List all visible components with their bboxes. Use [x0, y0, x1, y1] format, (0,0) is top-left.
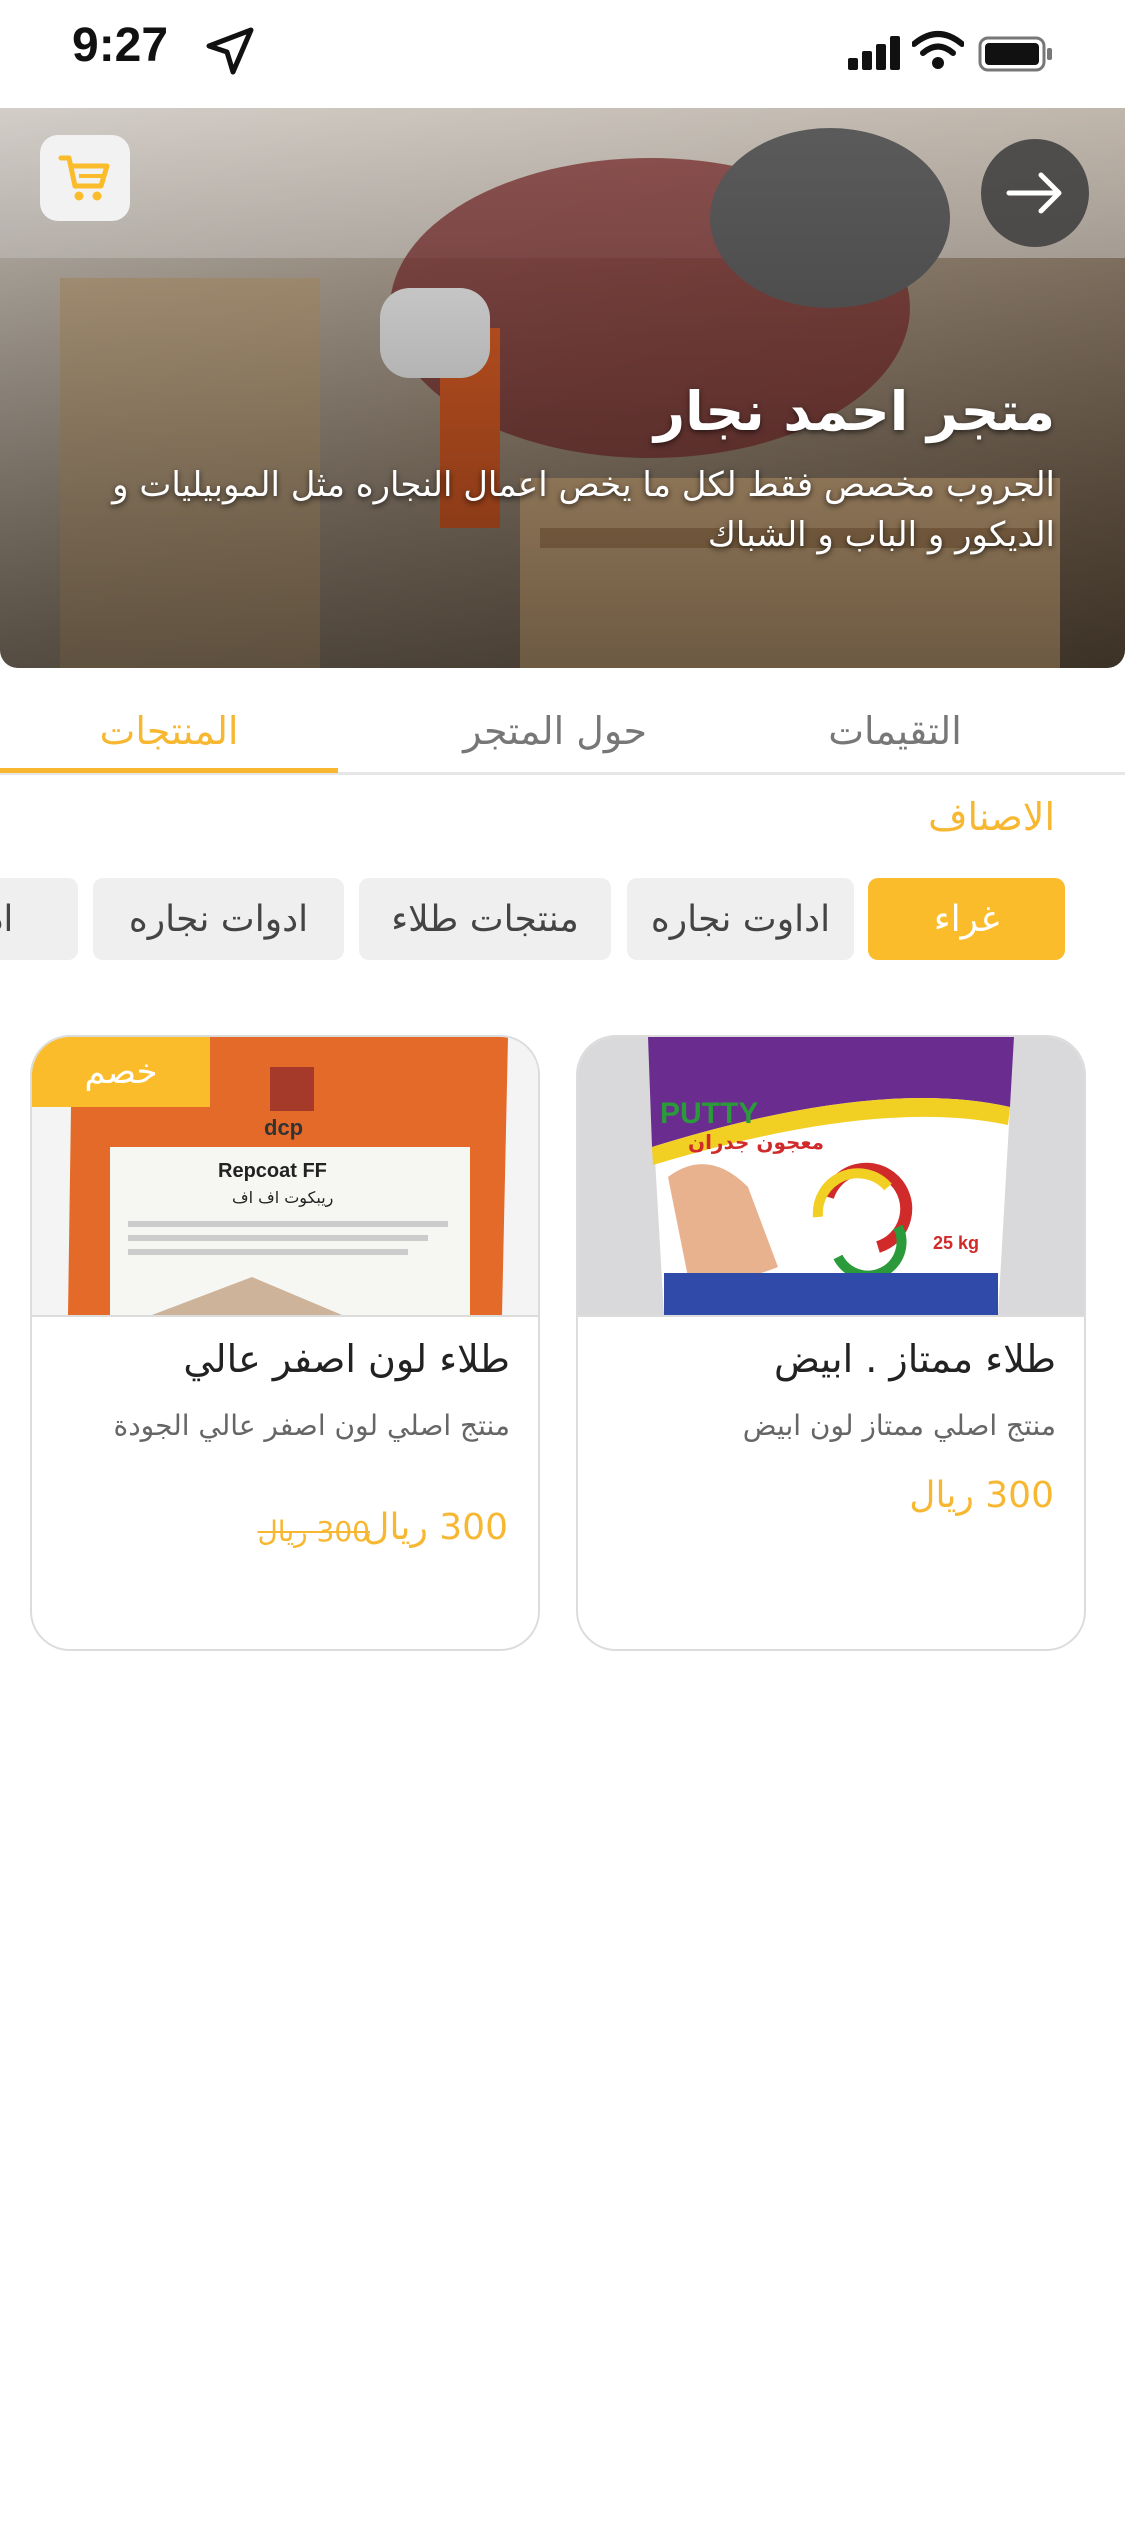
putty-bucket-image: PUTTY معجون جدران 25 kg — [578, 1037, 1084, 1315]
product-description: منتج اصلي ممتاز لون ابيض — [742, 1409, 1056, 1442]
product-title: طلاء لون اصفر عالي — [183, 1337, 510, 1381]
categories-title: الاصناف — [928, 795, 1055, 839]
category-chip-carpentry-tools-2[interactable]: ادوات نجاره — [93, 878, 344, 960]
category-chip-partial[interactable]: ادوا — [0, 878, 78, 960]
product-old-price: 300 ريال — [257, 1515, 370, 1548]
store-name: متجر احمد نجار — [654, 380, 1055, 443]
category-chips: غراء اداوت نجاره منتجات طلاء ادوات نجاره… — [0, 878, 1125, 960]
status-bar: 9:27 — [0, 0, 1125, 108]
wifi-icon — [912, 31, 964, 69]
product-price: 300 ريال — [909, 1475, 1054, 1516]
category-chip-glue[interactable]: غراء — [868, 878, 1065, 960]
active-tab-indicator — [0, 768, 338, 773]
arrow-right-icon — [1006, 172, 1062, 214]
back-button[interactable] — [981, 139, 1089, 247]
tab-ratings[interactable]: التقيمات — [760, 690, 1030, 772]
product-description: منتج اصلي لون اصفر عالي الجودة — [113, 1409, 510, 1442]
dcp-label: dcp — [264, 1115, 303, 1140]
repcoat-arabic-label: ريبكوت اف اف — [232, 1188, 333, 1208]
category-chip-carpentry-tools[interactable]: اداوت نجاره — [627, 878, 854, 960]
discount-badge: خصم — [32, 1037, 210, 1107]
tab-products[interactable]: المنتجات — [0, 690, 338, 772]
product-price: 300 ريال — [363, 1507, 508, 1548]
shopping-cart-icon — [58, 155, 110, 201]
store-hero-banner: متجر احمد نجار الجروب مخصص فقط لكل ما يخ… — [0, 108, 1125, 668]
putty-label: PUTTY — [660, 1097, 758, 1130]
putty-arabic-label: معجون جدران — [688, 1130, 824, 1154]
tab-about-store[interactable]: حول المتجر — [400, 690, 710, 772]
product-card[interactable]: dcp Repcoat FF ريبكوت اف اف خصم طلاء لون… — [30, 1035, 540, 1651]
category-chip-partial-label: ادوا — [0, 898, 14, 940]
cart-button[interactable] — [40, 135, 130, 221]
category-chip-paint-products[interactable]: منتجات طلاء — [359, 878, 611, 960]
repcoat-label: Repcoat FF — [218, 1160, 327, 1182]
battery-icon — [978, 36, 1052, 72]
cellular-signal-icon — [848, 36, 900, 70]
store-tabs: المنتجات حول المتجر التقيمات — [0, 690, 1125, 775]
product-image: PUTTY معجون جدران 25 kg — [578, 1037, 1084, 1317]
product-title: طلاء ممتاز . ابيض — [774, 1337, 1056, 1381]
store-description: الجروب مخصص فقط لكل ما يخص اعمال النجاره… — [112, 465, 1055, 555]
status-time: 9:27 — [72, 19, 169, 72]
putty-weight-label: 25 kg — [933, 1233, 979, 1253]
product-card[interactable]: PUTTY معجون جدران 25 kg طلاء ممتاز . ابي… — [576, 1035, 1086, 1651]
location-arrow-icon — [206, 27, 254, 75]
